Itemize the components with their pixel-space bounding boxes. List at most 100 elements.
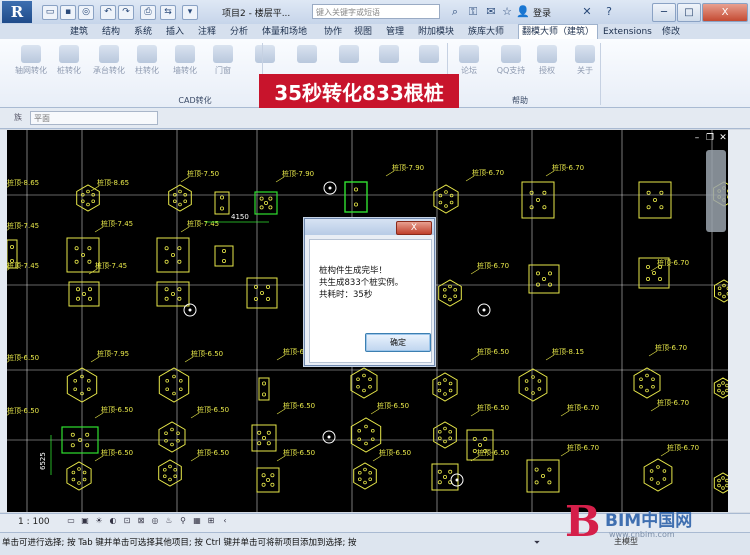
type-selector[interactable]: 平面 [30, 111, 158, 125]
pile [82, 477, 87, 482]
ribbon-tab[interactable]: 视图 [354, 25, 372, 39]
group-label-help: 帮助 [512, 96, 528, 105]
ribbon-tab[interactable]: 管理 [386, 25, 404, 39]
tag-leader [276, 354, 286, 361]
minimize-button[interactable]: ─ [652, 3, 676, 22]
pile [168, 464, 172, 469]
tag-leader [276, 455, 286, 462]
ribbon-tab[interactable]: 建筑 [70, 25, 88, 39]
highlight-displacement-icon[interactable]: ⊞ [206, 516, 216, 526]
detail-level-icon[interactable]: ▭ [66, 516, 76, 526]
ribbon-tab[interactable]: Extensions [603, 25, 652, 39]
pile [442, 287, 447, 292]
communication-icon[interactable]: ✉ [484, 4, 498, 19]
search-input[interactable]: 键入关键字或短语 [312, 4, 440, 19]
show-crop-icon[interactable]: ⊠ [136, 516, 146, 526]
pile [448, 469, 453, 474]
ribbon-button[interactable]: 承台转化 [92, 42, 126, 82]
redo-icon[interactable]: ↷ [118, 5, 134, 20]
ribbon-button-icon [175, 45, 195, 63]
analysis-display-icon[interactable]: ▦ [192, 516, 202, 526]
ribbon-tab[interactable]: 注释 [198, 25, 216, 39]
left-edge [0, 130, 7, 512]
pile [164, 431, 168, 436]
crop-view-icon[interactable]: ⊡ [122, 516, 132, 526]
pile [265, 477, 270, 482]
ribbon-tab[interactable]: 附加模块 [418, 25, 454, 39]
pile-cap [633, 367, 661, 399]
undo-icon[interactable]: ↶ [100, 5, 116, 20]
ribbon-tab[interactable]: 体量和场地 [262, 25, 307, 39]
close-button[interactable]: X [702, 3, 748, 22]
ribbon-tab[interactable]: 翻模大师（建筑） [518, 24, 599, 40]
shadows-icon[interactable]: ◐ [108, 516, 118, 526]
maximize-button[interactable]: □ [677, 3, 701, 22]
revit-app-menu-button[interactable]: R [2, 1, 32, 23]
ribbon-tab[interactable]: 系统 [134, 25, 152, 39]
pile [170, 427, 174, 432]
pile [88, 296, 93, 301]
pile [437, 381, 442, 386]
ribbon-button[interactable]: 柱转化 [130, 42, 164, 82]
ribbon-tab[interactable]: 结构 [102, 25, 120, 39]
view-minimize-icon[interactable]: – [692, 133, 702, 143]
ribbon-tab[interactable]: 插入 [166, 25, 184, 39]
tag-leader [650, 265, 660, 272]
ribbon-button[interactable]: 门窗 [206, 42, 240, 82]
type-label: 族 [14, 113, 22, 122]
filter-icon[interactable]: ⏷ [532, 538, 542, 548]
login-link[interactable]: 登录 [533, 6, 551, 19]
ribbon-button-label: 桩转化 [57, 66, 81, 75]
ribbon-tab[interactable]: 协作 [324, 25, 342, 39]
ribbon-button[interactable]: 关于 [568, 42, 602, 82]
print-icon[interactable]: ⎙ [140, 5, 156, 20]
section-marker-dot [188, 308, 192, 312]
lock-view-icon[interactable]: ⚲ [178, 516, 188, 526]
binoculars-icon[interactable]: ⌕ [448, 4, 462, 19]
sun-path-icon[interactable]: ☀ [94, 516, 104, 526]
pile-cap [518, 368, 548, 402]
ribbon-button[interactable]: QQ支持 [494, 42, 528, 82]
ribbon-tab[interactable]: 修改 [662, 25, 680, 39]
pile-top-tag: 桩顶-7.95 [97, 349, 129, 358]
temp-hide-icon[interactable]: ◎ [150, 516, 160, 526]
pile [437, 480, 442, 485]
view-restore-icon[interactable]: ❐ [705, 133, 715, 143]
measure-icon[interactable]: ⇆ [160, 5, 176, 20]
pile [368, 477, 373, 482]
user-icon[interactable]: 👤 [516, 4, 530, 19]
pile-cap [214, 191, 230, 215]
qat-dropdown-icon[interactable]: ▾ [182, 5, 198, 20]
view-scale[interactable]: 1 : 100 [18, 517, 50, 527]
visual-style-icon[interactable]: ▣ [80, 516, 90, 526]
dialog-close-button[interactable]: X [396, 221, 432, 235]
reveal-hidden-icon[interactable]: ♨ [164, 516, 174, 526]
status-text: 单击可进行选择; 按 Tab 键并单击可选择其他项目; 按 Ctrl 键并单击可… [2, 538, 357, 548]
vertical-scrollbar[interactable] [728, 130, 750, 512]
pile [448, 297, 452, 302]
sync-icon[interactable]: ◎ [78, 5, 94, 20]
watermark-url: www.cnbim.com [609, 530, 675, 539]
help-icon[interactable]: ? [602, 4, 616, 19]
pile [443, 392, 447, 396]
save-icon[interactable]: ▪ [60, 5, 76, 20]
ribbon-button[interactable]: 墙转化 [168, 42, 202, 82]
pile [542, 276, 547, 281]
ribbon-button[interactable]: 授权 [530, 42, 564, 82]
pile [442, 294, 447, 299]
exchange-icon[interactable]: ✕ [580, 4, 594, 19]
ribbon-button[interactable]: 轴网转化 [14, 42, 48, 82]
ok-button[interactable]: 确定 [365, 333, 431, 352]
section-marker-dot [455, 478, 459, 482]
favorites-icon[interactable]: ☆ [500, 4, 514, 19]
pile [646, 264, 651, 269]
subscription-icon[interactable]: ⚿ [466, 4, 480, 19]
navigation-bar[interactable] [706, 150, 726, 232]
open-icon[interactable]: ▭ [42, 5, 58, 20]
reveal-constraints-icon[interactable]: ‹ [220, 516, 230, 526]
ribbon-tab[interactable]: 分析 [230, 25, 248, 39]
ribbon-tab[interactable]: 族库大师 [468, 25, 504, 39]
view-close-icon[interactable]: ✕ [718, 133, 728, 143]
pile-cap [433, 184, 459, 214]
ribbon-button[interactable]: 桩转化 [52, 42, 86, 82]
